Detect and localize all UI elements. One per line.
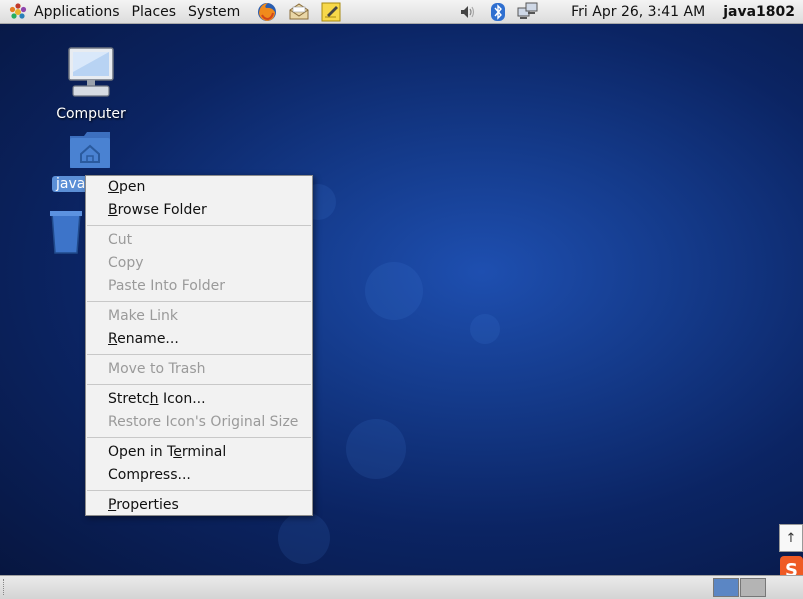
menu-item-copy: Copy (108, 255, 144, 271)
menu-item-label: pen (119, 179, 146, 195)
system-menu[interactable]: System (182, 0, 246, 24)
menu-item-label: rminal (181, 444, 227, 460)
menu-item-compress[interactable]: Compress... (86, 464, 312, 487)
top-panel: Applications Places System Fri Apr 26, 3… (0, 0, 803, 24)
menu-separator (87, 354, 311, 355)
network-applet[interactable] (517, 1, 539, 23)
firefox-launcher[interactable] (256, 1, 278, 23)
menu-item-label: Open in T (108, 444, 174, 460)
clock[interactable]: Fri Apr 26, 3:41 AM (571, 4, 705, 20)
background-bubble (278, 512, 330, 564)
gnome-foot-icon (8, 2, 28, 22)
envelope-icon (289, 2, 309, 19)
menu-item-move-to-trash: Move to Trash (108, 361, 206, 377)
menu-item-label: Icon... (158, 391, 206, 407)
firefox-icon (258, 2, 277, 21)
home-folder-icon (70, 132, 110, 168)
mnemonic-letter: h (149, 391, 159, 407)
workspace-1[interactable] (713, 578, 739, 597)
workspace-2[interactable] (740, 578, 766, 597)
background-bubble (346, 419, 406, 479)
speaker-icon (461, 5, 475, 18)
menu-item-rename[interactable]: Rename... (86, 328, 312, 351)
user-switcher[interactable]: java1802 (723, 4, 795, 20)
bottom-panel (0, 575, 803, 599)
desktop-icon-computer[interactable]: Computer (41, 46, 141, 122)
menu-separator (87, 490, 311, 491)
volume-control[interactable] (457, 1, 479, 23)
menu-separator (87, 225, 311, 226)
menu-item-cut: Cut (108, 232, 133, 248)
menu-item-label: rowse Folder (117, 202, 207, 218)
menu-item-browse-folder[interactable]: Browse Folder (86, 199, 312, 222)
menu-separator (87, 301, 311, 302)
menu-item-paste-into-folder: Paste Into Folder (108, 278, 226, 294)
menu-separator (87, 437, 311, 438)
menu-item-stretch-icon[interactable]: Stretch Icon... (86, 388, 312, 411)
desktop-icon-label: Computer (56, 106, 126, 122)
menu-item-label: ename... (117, 331, 179, 347)
menu-separator (87, 384, 311, 385)
menu-item-open-in-terminal[interactable]: Open in Terminal (86, 441, 312, 464)
menu-item-restore-icon-size: Restore Icon's Original Size (108, 414, 299, 430)
computer-icon (68, 47, 114, 97)
input-method-toolbar-button[interactable]: ↑ (779, 524, 803, 552)
menu-item-make-link: Make Link (108, 308, 178, 324)
notes-launcher[interactable] (320, 1, 342, 23)
menu-item-label: Stretc (108, 391, 150, 407)
background-bubble (365, 262, 423, 320)
applications-menu[interactable]: Applications (0, 0, 126, 24)
menu-item-label: roperties (116, 497, 179, 513)
applications-menu-label: Applications (34, 3, 120, 20)
trash-icon (49, 211, 82, 254)
places-menu[interactable]: Places (126, 0, 183, 24)
mnemonic-letter: P (108, 497, 117, 513)
mnemonic-letter: R (108, 331, 118, 347)
menu-item-properties[interactable]: Properties (86, 494, 312, 517)
network-computers-icon (517, 2, 538, 19)
mnemonic-letter: B (108, 202, 118, 218)
bluetooth-applet[interactable] (487, 1, 509, 23)
mnemonic-letter: e (173, 444, 182, 460)
arrow-up-icon: ↑ (785, 530, 797, 546)
notepad-pencil-icon (321, 2, 341, 21)
mail-launcher[interactable] (288, 1, 310, 23)
panel-grip (3, 579, 10, 595)
menu-item-open[interactable]: Open (86, 176, 312, 199)
bluetooth-icon (491, 2, 506, 21)
mnemonic-letter: O (108, 179, 120, 195)
context-menu: Open Browse Folder Cut Copy Paste Into F… (85, 175, 313, 516)
background-bubble (470, 314, 500, 344)
